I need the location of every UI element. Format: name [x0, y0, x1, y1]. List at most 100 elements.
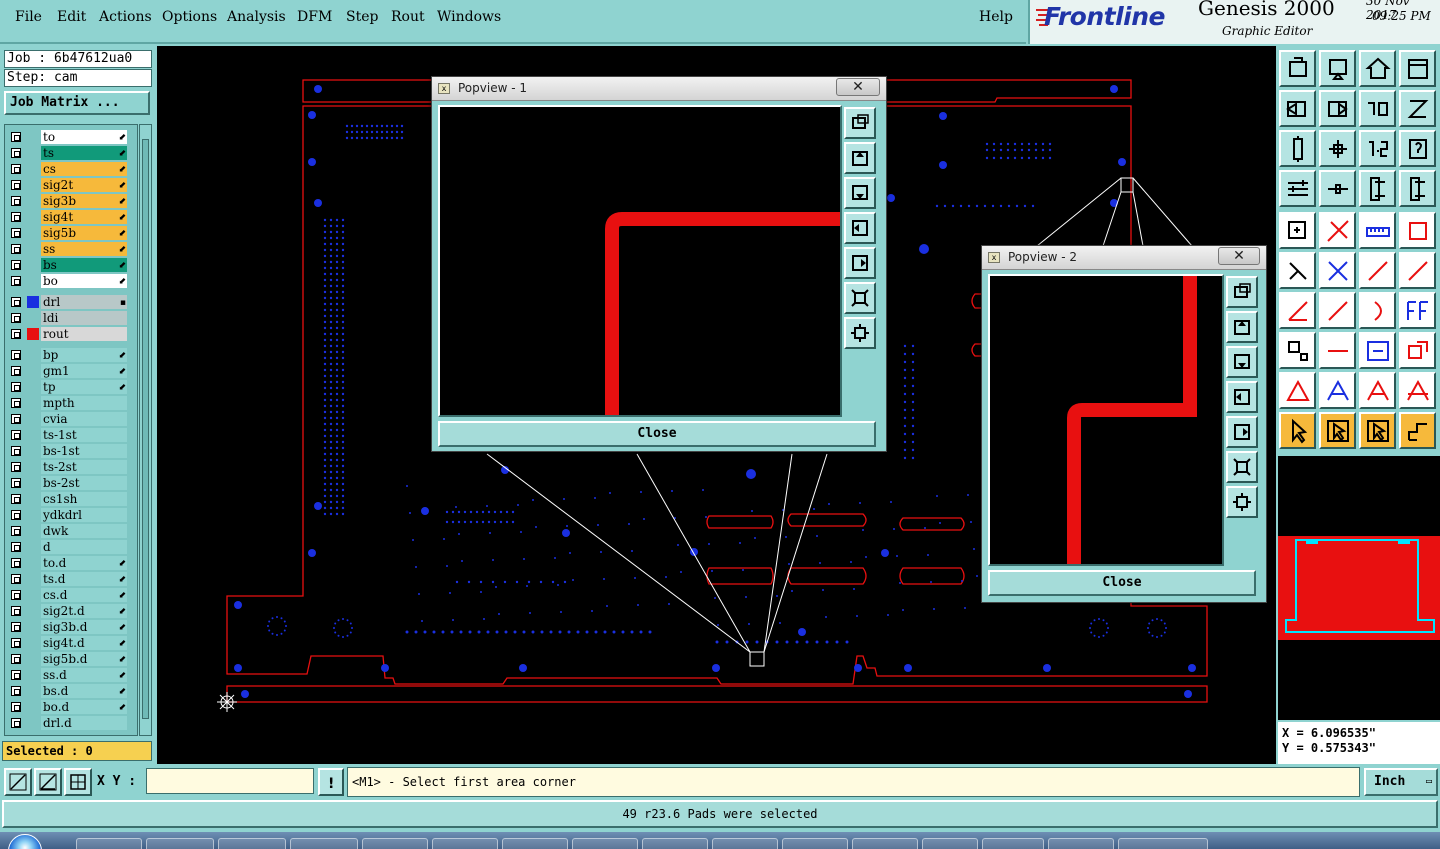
pan-right-icon[interactable] — [844, 247, 876, 279]
window-icon[interactable] — [844, 107, 876, 139]
layer-name[interactable]: sig3b.d ⬋ — [41, 620, 127, 634]
taskbar-item[interactable] — [782, 838, 848, 849]
menu-edit[interactable]: Edit — [57, 9, 86, 25]
zoom-out-icon[interactable] — [1226, 486, 1258, 518]
pan-down-icon[interactable] — [1226, 346, 1258, 378]
layer-checkbox[interactable] — [11, 654, 21, 664]
delete-icon[interactable] — [1319, 252, 1356, 289]
menu-help[interactable]: Help — [979, 9, 1013, 25]
layer-row-drl[interactable]: drl ▪ — [5, 294, 137, 310]
taskbar-item[interactable] — [1118, 838, 1208, 849]
group-icon[interactable] — [1399, 332, 1436, 369]
layer-checkbox[interactable] — [11, 510, 21, 520]
taskbar-item[interactable] — [982, 838, 1044, 849]
layer-name[interactable]: ts.d ⬋ — [41, 572, 127, 586]
popview-1-titlebar[interactable]: x Popview - 1 ✕ — [432, 77, 886, 101]
window-icon[interactable] — [1226, 276, 1258, 308]
zoom-in-icon[interactable] — [1226, 451, 1258, 483]
layer-row-sig4t-d[interactable]: sig4t.d ⬋ — [5, 635, 137, 651]
taskbar-item[interactable] — [922, 838, 978, 849]
layer-checkbox[interactable] — [11, 478, 21, 488]
layer-row-ts-d[interactable]: ts.d ⬋ — [5, 571, 137, 587]
layer-name[interactable]: sig3b ⬋ — [41, 194, 127, 208]
layer-checkbox[interactable] — [11, 686, 21, 696]
layer-checkbox[interactable] — [11, 414, 21, 424]
xy-input[interactable] — [146, 768, 314, 794]
layer-name[interactable]: sig2t ⬋ — [41, 178, 127, 192]
triangle-b-icon[interactable] — [1359, 372, 1396, 409]
taskbar-item[interactable] — [502, 838, 568, 849]
layer-name[interactable]: bs.d ⬋ — [41, 684, 127, 698]
layer-row-tp[interactable]: tp ⬋ — [5, 379, 137, 395]
layer-name[interactable]: drl ▪ — [41, 295, 127, 309]
layer-name[interactable]: bs-1st — [41, 444, 127, 458]
layer-checkbox[interactable] — [11, 446, 21, 456]
select-box-icon[interactable] — [1319, 412, 1356, 449]
menu-actions[interactable]: Actions — [99, 9, 152, 25]
route-icon[interactable] — [1399, 412, 1436, 449]
popview-1-close-button[interactable]: Close — [438, 421, 876, 447]
layer-row-bo[interactable]: bo ⬋ — [5, 273, 137, 289]
layer-name[interactable]: to ⬋ — [41, 130, 127, 144]
layer-name[interactable]: sig2t.d ⬋ — [41, 604, 127, 618]
layer-row-dwk[interactable]: dwk — [5, 523, 137, 539]
layer-row-ts[interactable]: ts ⬋ — [5, 145, 137, 161]
layer-row-cs1sh[interactable]: cs1sh — [5, 491, 137, 507]
help-icon[interactable] — [1399, 130, 1436, 167]
layer-name[interactable]: cvia — [41, 412, 127, 426]
select-icon[interactable] — [1279, 412, 1316, 449]
layer-row-sig5b[interactable]: sig5b ⬋ — [5, 225, 137, 241]
layer-name[interactable]: mpth — [41, 396, 127, 410]
pan-left-icon[interactable] — [1226, 381, 1258, 413]
layer-checkbox[interactable] — [11, 132, 21, 142]
taskbar-item[interactable] — [642, 838, 708, 849]
net-alt-icon[interactable] — [1399, 170, 1436, 207]
cut-icon[interactable] — [1319, 332, 1356, 369]
layer-row-ts-1st[interactable]: ts-1st — [5, 427, 137, 443]
pan-right-icon[interactable] — [1226, 416, 1258, 448]
start-button-icon[interactable] — [8, 834, 42, 849]
layer-name[interactable]: cs.d ⬋ — [41, 588, 127, 602]
snap-line-icon[interactable] — [4, 768, 32, 796]
layer-checkbox[interactable] — [11, 276, 21, 286]
layer-row-ldi[interactable]: ldi — [5, 310, 137, 326]
probe-icon[interactable] — [1319, 170, 1356, 207]
layer-name[interactable]: ts ⬋ — [41, 146, 127, 160]
zoom-out-icon[interactable] — [844, 317, 876, 349]
select-alt-icon[interactable] — [1359, 412, 1396, 449]
layer-checkbox[interactable] — [11, 590, 21, 600]
net-icon[interactable] — [1359, 170, 1396, 207]
layer-name[interactable]: cs ⬋ — [41, 162, 127, 176]
add-node-icon[interactable] — [1279, 252, 1316, 289]
layer-row-to-d[interactable]: to.d ⬋ — [5, 555, 137, 571]
pad-icon[interactable] — [1279, 212, 1316, 249]
layer-checkbox[interactable] — [11, 622, 21, 632]
zoom-in-icon[interactable] — [844, 282, 876, 314]
layer-checkbox[interactable] — [11, 718, 21, 728]
layer-row-ss-d[interactable]: ss.d ⬋ — [5, 667, 137, 683]
layer-name[interactable]: bs ⬋ — [41, 258, 127, 272]
taskbar-item[interactable] — [572, 838, 638, 849]
layer-row-cvia[interactable]: cvia — [5, 411, 137, 427]
layer-row-bs-1st[interactable]: bs-1st — [5, 443, 137, 459]
layer-name[interactable]: drl.d — [41, 716, 127, 730]
shape-icon[interactable] — [1279, 332, 1316, 369]
layer-checkbox[interactable] — [11, 558, 21, 568]
layer-name[interactable]: dwk — [41, 524, 127, 538]
move-node-icon[interactable] — [1399, 252, 1436, 289]
stretch-icon[interactable] — [1359, 332, 1396, 369]
layer-name[interactable]: gm1 ⬋ — [41, 364, 127, 378]
layer-row-bs[interactable]: bs ⬋ — [5, 257, 137, 273]
layer-row-bo-d[interactable]: bo.d ⬋ — [5, 699, 137, 715]
taskbar-item[interactable] — [290, 838, 358, 849]
taskbar-item[interactable] — [432, 838, 498, 849]
layer-row-sig3b[interactable]: sig3b ⬋ — [5, 193, 137, 209]
layer-checkbox[interactable] — [11, 702, 21, 712]
popview-2-close-button[interactable]: Close — [988, 570, 1256, 596]
layer-checkbox[interactable] — [11, 244, 21, 254]
layer-row-drl-d[interactable]: drl.d — [5, 715, 137, 731]
layer-checkbox[interactable] — [11, 382, 21, 392]
layer-row-bp[interactable]: bp ⬋ — [5, 347, 137, 363]
taskbar-item[interactable] — [218, 838, 286, 849]
triangle-c-icon[interactable] — [1399, 372, 1436, 409]
